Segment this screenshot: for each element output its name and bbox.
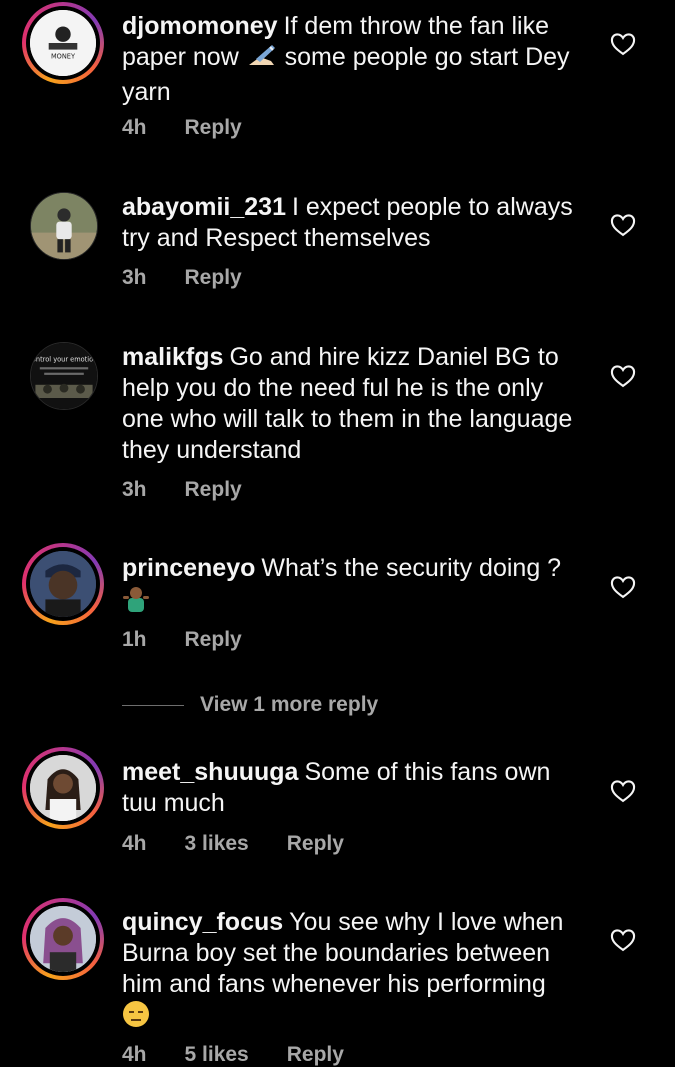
comment-username[interactable]: djomomoney xyxy=(122,12,278,40)
likes-count[interactable]: 5 likes xyxy=(185,1043,249,1066)
avatar[interactable]: Control your emotions xyxy=(30,342,98,410)
comment-meta: 4h 3 likes Reply xyxy=(122,832,382,856)
comment-time: 1h xyxy=(122,628,147,651)
comment-username[interactable]: meet_shuuuga xyxy=(122,758,298,786)
avatar[interactable] xyxy=(30,192,98,260)
view-more-replies-label[interactable]: View 1 more reply xyxy=(200,693,378,717)
avatar[interactable] xyxy=(22,543,104,625)
reply-button[interactable]: Reply xyxy=(185,116,242,139)
comment-body: What’s the security doing ? xyxy=(261,554,562,582)
heart-icon[interactable] xyxy=(609,573,637,601)
svg-text:Control your emotions: Control your emotions xyxy=(31,356,97,364)
avatar[interactable] xyxy=(22,898,104,980)
money-logo-icon: MONEY xyxy=(30,10,96,76)
reply-button[interactable]: Reply xyxy=(287,1043,344,1066)
comment-text: quincy_focus You see why I love when Burn… xyxy=(122,907,582,1036)
avatar[interactable] xyxy=(22,747,104,829)
quote-image-icon: Control your emotions xyxy=(31,343,97,409)
divider-line xyxy=(122,704,184,706)
person-shrugging-icon xyxy=(122,584,150,620)
comment-text: djomomoney If dem throw the fan like pape… xyxy=(122,11,582,108)
person-photo-icon xyxy=(30,906,96,972)
person-photo-icon xyxy=(30,755,96,821)
avatar[interactable]: MONEY xyxy=(22,2,104,84)
reply-button[interactable]: Reply xyxy=(185,478,242,501)
svg-text:MONEY: MONEY xyxy=(51,52,76,60)
comment-time: 4h xyxy=(122,832,147,855)
comment-time: 4h xyxy=(122,1043,147,1066)
writing-hand-icon xyxy=(246,43,278,77)
comment-time: 4h xyxy=(122,116,147,139)
expressionless-face-icon xyxy=(122,1000,150,1036)
heart-icon[interactable] xyxy=(609,926,637,954)
comment-meta: 4h 5 likes Reply xyxy=(122,1043,382,1067)
comment-username[interactable]: quincy_focus xyxy=(122,908,283,936)
comment-time: 3h xyxy=(122,266,147,289)
comment-meta: 1h Reply xyxy=(122,628,280,652)
heart-icon[interactable] xyxy=(609,777,637,805)
comment-username[interactable]: abayomii_231 xyxy=(122,193,286,221)
reply-button[interactable]: Reply xyxy=(185,628,242,651)
comment-text: meet_shuuuga Some of this fans own tuu mu… xyxy=(122,757,582,819)
heart-icon[interactable] xyxy=(609,211,637,239)
comment-time: 3h xyxy=(122,478,147,501)
view-more-replies[interactable]: View 1 more reply xyxy=(122,690,378,720)
reply-button[interactable]: Reply xyxy=(185,266,242,289)
comment-meta: 3h Reply xyxy=(122,478,280,502)
comment-text: princeneyo What’s the security doing ? xyxy=(122,553,582,620)
person-photo-icon xyxy=(30,551,96,617)
person-photo-icon xyxy=(31,193,97,259)
comment-meta: 4h Reply xyxy=(122,116,280,140)
heart-icon[interactable] xyxy=(609,30,637,58)
comment-text: malikfgs Go and hire kizz Daniel BG to he… xyxy=(122,342,582,466)
comment-meta: 3h Reply xyxy=(122,266,280,290)
likes-count[interactable]: 3 likes xyxy=(185,832,249,855)
heart-icon[interactable] xyxy=(609,362,637,390)
reply-button[interactable]: Reply xyxy=(287,832,344,855)
comment-text: abayomii_231 I expect people to always tr… xyxy=(122,192,582,254)
comment-username[interactable]: princeneyo xyxy=(122,554,255,582)
comment-username[interactable]: malikfgs xyxy=(122,343,223,371)
